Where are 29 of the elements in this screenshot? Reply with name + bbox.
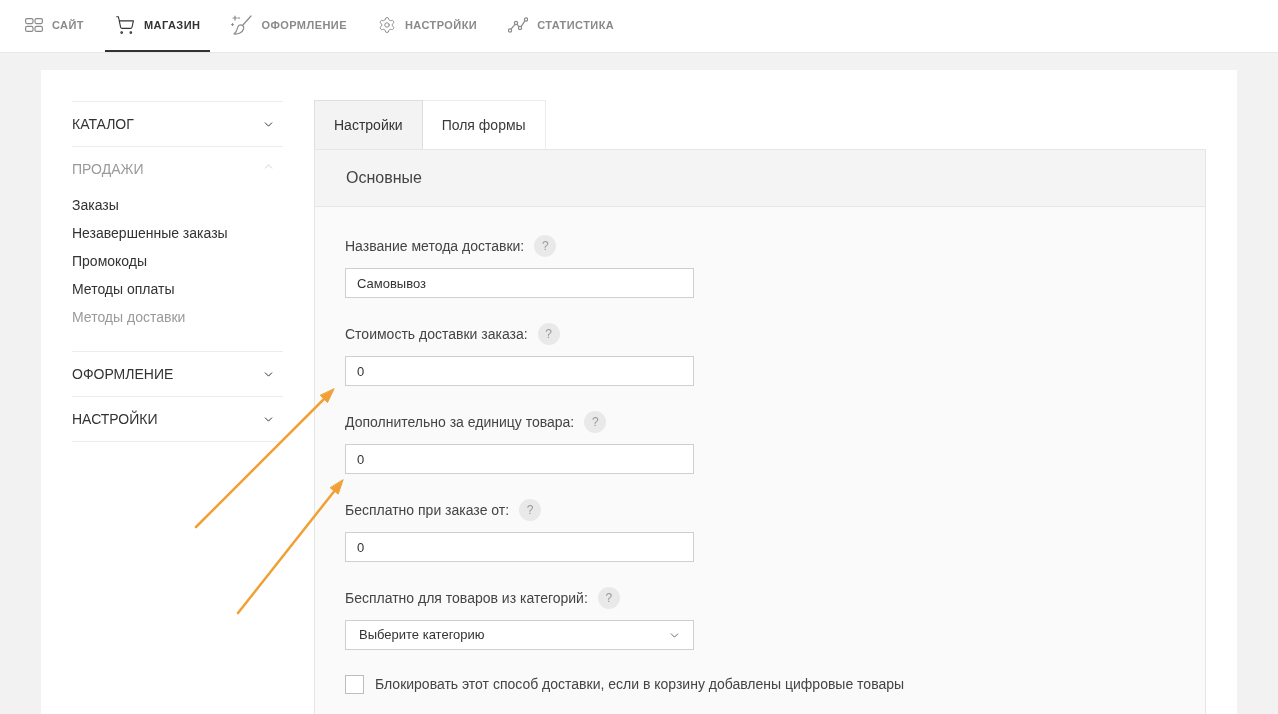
panel-title: Основные: [346, 168, 422, 188]
checkbox[interactable]: [345, 675, 364, 694]
nav-tab[interactable]: САЙТ: [15, 0, 94, 52]
sidebar-link[interactable]: Незавершенные заказы: [72, 219, 228, 247]
field-label: Название метода доставки:: [345, 236, 525, 256]
input-field[interactable]: 0: [345, 444, 694, 474]
tab[interactable]: Поля формы: [422, 100, 546, 149]
nav-tab[interactable]: МАГАЗИН: [105, 0, 211, 52]
settings-icon: [377, 16, 396, 34]
sidebar-section[interactable]: ОФОРМЛЕНИЕ: [72, 352, 283, 396]
grid-icon: [25, 18, 43, 32]
input-field[interactable]: 0: [345, 532, 694, 562]
field-label: Стоимость доставки заказа:: [345, 324, 528, 344]
category-select[interactable]: Выберите категорию: [345, 620, 694, 650]
line-chart-icon: [508, 17, 529, 33]
sidebar-link[interactable]: Промокоды: [72, 247, 148, 275]
checkbox-label: Блокировать этот способ доставки, если в корзину добавлены цифровые товары: [375, 675, 905, 694]
sidebar-link[interactable]: Заказы: [72, 191, 119, 219]
sidebar-section[interactable]: НАСТРОЙКИ: [72, 397, 283, 441]
field-label: Дополнительно за единицу товара:: [345, 412, 575, 432]
field-label: Бесплатно для товаров из категорий:: [345, 588, 588, 608]
sidebar-link[interactable]: Методы оплаты: [72, 275, 175, 303]
input-field[interactable]: Самовывоз: [345, 268, 694, 298]
tab[interactable]: Настройки: [314, 100, 423, 149]
sidebar-section[interactable]: КАТАЛОГ: [72, 102, 283, 146]
cart-icon: [115, 15, 135, 35]
field-label: Бесплатно при заказе от:: [345, 500, 510, 520]
input-field[interactable]: 0: [345, 356, 694, 386]
sparkle-brush-icon: [231, 15, 253, 35]
